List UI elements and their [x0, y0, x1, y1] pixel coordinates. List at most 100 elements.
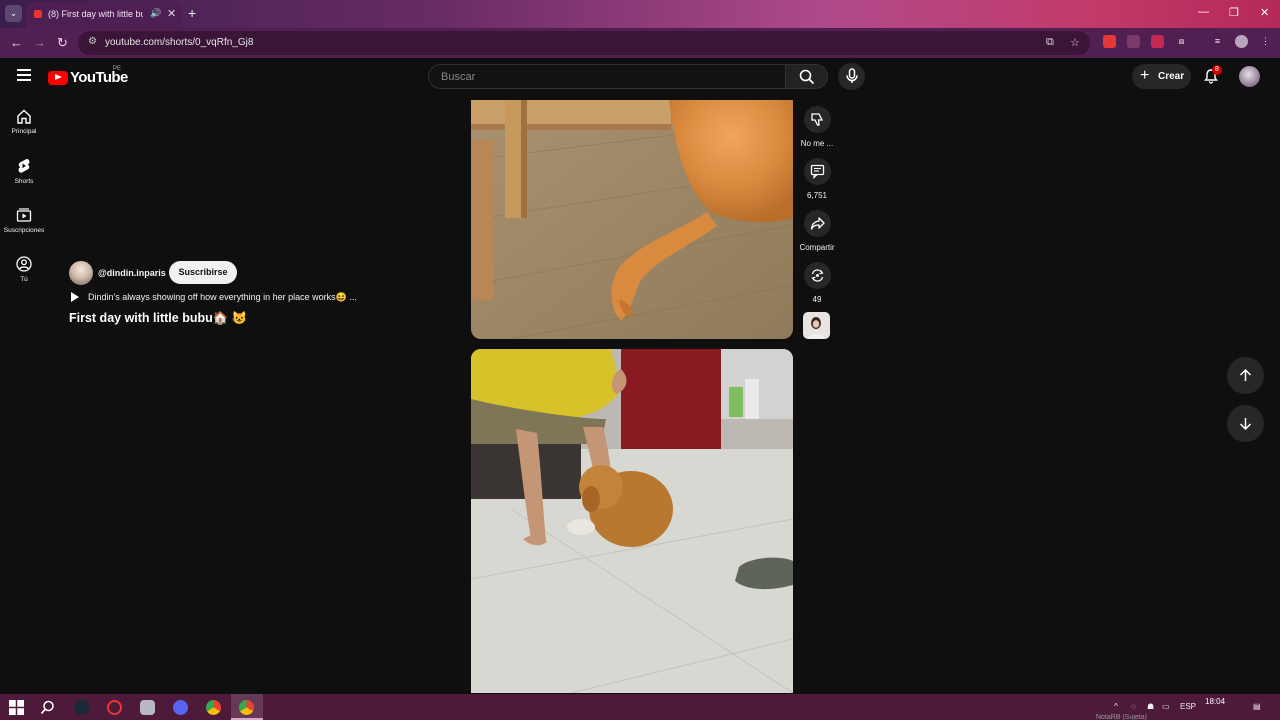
sound-thumbnail[interactable]: [803, 312, 830, 339]
extensions-puzzle-icon[interactable]: ⧈: [1175, 35, 1188, 48]
sidebar-item-subscriptions[interactable]: Suscripciones: [0, 207, 48, 234]
account-avatar[interactable]: [1239, 66, 1260, 87]
plus-icon: +: [1140, 67, 1150, 84]
tray-overflow-icon[interactable]: ^: [1114, 702, 1118, 711]
language-indicator[interactable]: ESP: [1180, 702, 1196, 711]
play-icon[interactable]: [71, 292, 79, 302]
channel-handle[interactable]: @dindin.inparis: [98, 268, 166, 278]
notifications-button[interactable]: 8: [1203, 65, 1222, 84]
subscriptions-icon: [16, 208, 32, 222]
channel-avatar[interactable]: [69, 261, 93, 285]
share-arrow-icon: [810, 217, 825, 230]
remix-count: 49: [812, 295, 822, 304]
youtube-favicon-icon: [34, 10, 42, 18]
voice-search-button[interactable]: [838, 63, 865, 90]
next-short-button[interactable]: [1227, 405, 1264, 442]
short-video-next[interactable]: [471, 349, 793, 693]
thumbs-down-icon: [810, 113, 823, 126]
profile-avatar-icon[interactable]: [1235, 35, 1248, 48]
forward-icon[interactable]: →: [33, 35, 46, 50]
short-video-current[interactable]: [471, 100, 793, 339]
browser-toolbar: ← → ↻ ⚙ youtube.com/shorts/0_vqRfn_Gj8 ⧉…: [0, 28, 1280, 58]
app-shield-icon[interactable]: [140, 700, 155, 715]
sidebar-label-subscriptions: Suscripciones: [3, 227, 45, 234]
tab-search-button[interactable]: ⌄: [5, 5, 22, 22]
video-frame-cat: [471, 100, 793, 339]
remix-icon: [810, 269, 824, 282]
video-frame-puppy: [471, 349, 793, 693]
sidebar-item-you[interactable]: Tú: [0, 256, 48, 283]
you-icon: [16, 256, 32, 272]
taskbar-clock[interactable]: 18:04: [1205, 697, 1225, 706]
speaker-icon[interactable]: 🔊: [150, 8, 161, 19]
address-bar[interactable]: ⚙ youtube.com/shorts/0_vqRfn_Gj8 ⧉ ☆: [78, 31, 1090, 55]
home-icon: [17, 109, 31, 124]
restore-button[interactable]: ❐: [1229, 6, 1239, 19]
extension-dim-icon[interactable]: [1127, 35, 1140, 48]
sidebar-label-shorts: Shorts: [14, 178, 34, 185]
comments-button[interactable]: [803, 158, 831, 185]
comments-action[interactable]: 6,751: [799, 158, 835, 200]
bookmark-star-icon[interactable]: ☆: [1070, 36, 1080, 49]
install-app-icon[interactable]: ⧉: [1046, 36, 1054, 49]
browser-title-bar: ⌄ (8) First day with little bubu 🔊 ✕ + —…: [0, 0, 1280, 28]
short-description[interactable]: Dindin's always showing off how everythi…: [88, 292, 357, 303]
sidebar-label-you: Tú: [20, 276, 28, 283]
tab-title: (8) First day with little bubu: [48, 9, 143, 19]
share-label: Compartir: [799, 243, 835, 252]
extension-pink-icon[interactable]: [1151, 35, 1164, 48]
browser-tab-active[interactable]: (8) First day with little bubu 🔊 ✕: [26, 2, 182, 28]
create-label: Crear: [1158, 71, 1185, 82]
sidebar-item-shorts[interactable]: Shorts: [0, 158, 48, 185]
tab-close-button[interactable]: ✕: [167, 7, 176, 20]
share-action[interactable]: Compartir: [799, 210, 835, 252]
extension-red-icon[interactable]: [1103, 35, 1116, 48]
browser-menu-icon[interactable]: ⋮: [1259, 35, 1272, 48]
discord-icon[interactable]: [173, 700, 188, 715]
subscribe-button[interactable]: Suscribirse: [169, 261, 237, 284]
tray-network-icon[interactable]: ◌: [1131, 702, 1136, 711]
dislike-button[interactable]: [803, 106, 831, 133]
dislike-label: No me ...: [800, 139, 834, 148]
windows-taskbar: ^ ◌ ☗ ▭ ESP 18:04 ▤ NotaRB (Sujeta): [0, 694, 1280, 720]
notification-count-badge: 8: [1212, 65, 1222, 75]
address-url: youtube.com/shorts/0_vqRfn_Gj8: [105, 37, 254, 48]
hamburger-menu-icon[interactable]: [17, 69, 31, 81]
create-button[interactable]: + Crear: [1132, 64, 1191, 89]
share-button[interactable]: [803, 210, 831, 237]
arrow-down-icon: [1239, 418, 1252, 431]
tray-app-icon[interactable]: ☗: [1147, 702, 1154, 711]
media-control-icon[interactable]: ≡: [1211, 35, 1224, 48]
remix-action[interactable]: 49: [799, 262, 835, 304]
shorts-icon: [18, 158, 30, 173]
tray-tooltip: NotaRB (Sujeta): [1096, 714, 1147, 720]
minimize-button[interactable]: —: [1198, 6, 1209, 18]
search-placeholder: Buscar: [441, 71, 476, 83]
app-red-circle-icon[interactable]: [107, 700, 122, 715]
dislike-action[interactable]: No me ...: [799, 106, 835, 148]
comments-count: 6,751: [806, 191, 828, 200]
back-icon[interactable]: ←: [10, 35, 23, 50]
chrome-profile-icon[interactable]: [239, 700, 254, 715]
remix-button[interactable]: [803, 262, 831, 289]
sound-thumbnail-image: [803, 312, 830, 339]
taskbar-search-icon[interactable]: [40, 700, 55, 715]
close-window-button[interactable]: ✕: [1260, 6, 1269, 19]
search-input[interactable]: Buscar: [428, 64, 786, 89]
region-code: PE: [113, 66, 122, 72]
sidebar-item-principal[interactable]: Principal: [0, 109, 48, 135]
steam-icon[interactable]: [74, 700, 89, 715]
new-tab-button[interactable]: +: [188, 5, 196, 21]
search-icon: [799, 69, 815, 85]
previous-short-button[interactable]: [1227, 357, 1264, 394]
notification-center-icon[interactable]: ▤: [1253, 702, 1261, 711]
search-button[interactable]: [785, 64, 828, 89]
reload-icon[interactable]: ↻: [57, 35, 68, 51]
windows-start-icon[interactable]: [9, 700, 24, 715]
comment-icon: [810, 164, 824, 179]
site-info-icon[interactable]: ⚙: [88, 36, 97, 47]
tray-display-icon[interactable]: ▭: [1162, 702, 1170, 711]
youtube-logo[interactable]: YouTube PE: [48, 66, 128, 86]
chrome-icon[interactable]: [206, 700, 221, 715]
arrow-up-icon: [1239, 368, 1252, 381]
